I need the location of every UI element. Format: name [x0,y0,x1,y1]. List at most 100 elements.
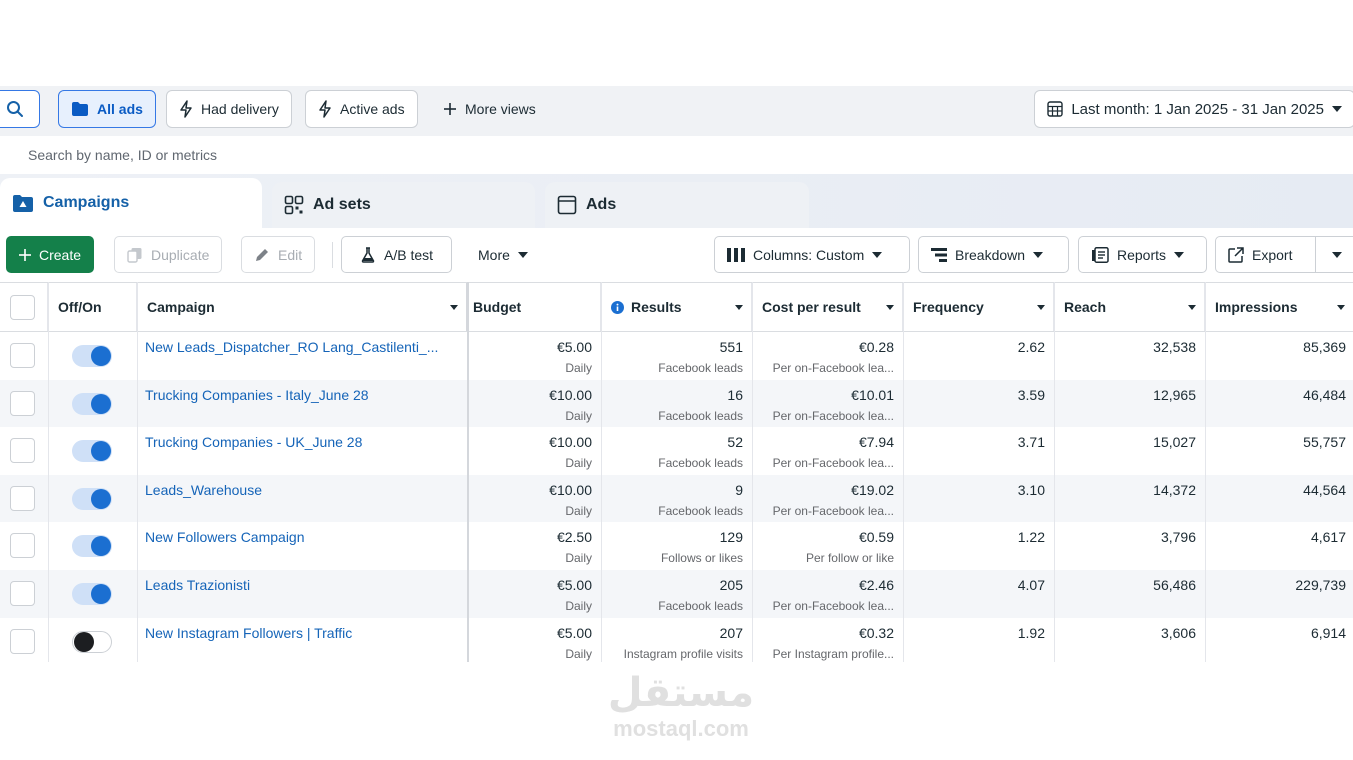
edit-button[interactable]: Edit [241,236,316,273]
results-type: Follows or likes [660,551,743,566]
toggle-knob [74,631,94,652]
export-button[interactable]: Export [1215,236,1316,273]
toggle-knob [91,393,111,414]
create-label: Create [39,246,82,263]
row-checkbox[interactable] [10,343,35,368]
campaign-toggle[interactable] [72,345,112,367]
header-results[interactable]: Results [601,283,752,331]
header-frequency[interactable]: Frequency [903,283,1054,331]
results-type: Facebook leads [658,599,743,613]
lightning-icon [180,100,192,118]
impressions-value: 4,617 [1310,529,1346,546]
campaign-name-link[interactable]: New Leads_Dispatcher_RO Lang_Castilenti_… [145,339,460,355]
cost-type: Per on-Facebook lea... [772,599,894,613]
more-actions-button[interactable]: More [465,236,541,273]
results-type: Facebook leads [658,361,743,375]
ads-manager: All ads Had delivery Active ads More vie… [0,86,1353,662]
table-row[interactable]: Leads Trazionisti €5.00 Daily 205 Facebook l… [0,570,1353,618]
table-row[interactable]: New Followers Campaign €2.50 Daily 129 Follo… [0,522,1353,570]
ab-test-button[interactable]: A/B test [341,236,452,273]
more-views-button[interactable]: More views [430,90,549,128]
sort-caret-icon [735,305,743,310]
tab-ad-sets-label: Ad sets [313,196,371,213]
toggle-knob [91,488,111,509]
row-checkbox[interactable] [10,485,35,511]
frequency-value: 4.07 [1017,577,1045,593]
impressions-value: 44,564 [1303,481,1346,498]
campaign-toggle[interactable] [72,535,112,558]
campaign-name-link[interactable]: Leads_Warehouse [145,482,460,498]
columns-label: Columns: Custom [753,246,865,263]
tab-ad-sets[interactable]: Ad sets [272,182,535,228]
campaign-toggle[interactable] [72,487,112,510]
row-checkbox[interactable] [10,628,35,654]
search-input[interactable] [0,136,900,174]
budget-value: €5.00 [556,577,592,593]
header-cost-per-result[interactable]: Cost per result [752,283,903,331]
campaign-toggle[interactable] [72,392,112,415]
more-views-label: More views [465,101,536,117]
results-value: 129 [719,529,743,546]
row-checkbox[interactable] [10,390,35,416]
row-checkbox[interactable] [10,581,35,606]
folder-icon [72,102,88,116]
campaign-name-link[interactable]: Trucking Companies - UK_June 28 [145,434,460,450]
header-reach-label: Reach [1064,299,1107,315]
search-row [0,136,1353,174]
search-button[interactable] [0,90,40,128]
reach-value: 14,372 [1153,481,1196,498]
campaign-name-link[interactable]: New Instagram Followers | Traffic [145,625,460,641]
header-campaign[interactable]: Campaign [137,283,468,331]
breakdown-button[interactable]: Breakdown [918,236,1069,273]
table-row[interactable]: Trucking Companies - UK_June 28 €10.00 Dai… [0,427,1353,475]
results-value: 52 [727,434,743,451]
cost-value: €2.46 [858,577,894,593]
sort-caret-icon [1337,305,1345,310]
header-reach[interactable]: Reach [1054,283,1205,331]
header-impressions[interactable]: Impressions [1205,283,1353,331]
table-row[interactable]: New Instagram Followers | Traffic €5.00 Da… [0,618,1353,662]
export-options-button[interactable] [1315,236,1353,273]
impressions-value: 55,757 [1303,434,1346,451]
header-budget[interactable]: Budget [468,283,601,331]
table-row[interactable]: Trucking Companies - Italy_June 28 €10.00… [0,379,1353,428]
table-row[interactable]: New Leads_Dispatcher_RO Lang_Castilenti_… [0,332,1353,380]
tab-ads[interactable]: Ads [545,182,809,228]
campaign-name-link[interactable]: Trucking Companies - Italy_June 28 [145,387,460,403]
campaign-toggle[interactable] [72,440,112,463]
campaign-toggle[interactable] [72,630,112,653]
campaign-name-link[interactable]: Leads Trazionisti [145,577,460,593]
chevron-down-icon [872,251,883,258]
duplicate-button[interactable]: Duplicate [114,236,223,273]
columns-button[interactable]: Columns: Custom [714,236,910,273]
reports-button[interactable]: Reports [1078,236,1207,273]
had-delivery-view-button[interactable]: Had delivery [166,90,292,128]
ad-frame-icon [557,195,577,215]
active-ads-label: Active ads [340,101,405,117]
watermark-latin: mostaql.com [613,716,749,741]
edit-label: Edit [278,246,303,263]
reach-value: 12,965 [1153,386,1196,403]
grid-icon [284,195,304,215]
watermark: مستقل mostaql.com [596,670,766,742]
active-ads-view-button[interactable]: Active ads [305,90,418,128]
row-checkbox[interactable] [10,533,35,559]
frozen-column-divider [467,282,469,662]
campaign-toggle[interactable] [72,583,112,605]
select-all-checkbox[interactable] [10,295,35,320]
column-divider [752,282,753,662]
all-ads-view-button[interactable]: All ads [58,90,156,128]
date-range-picker[interactable]: Last month: 1 Jan 2025 - 31 Jan 2025 [1034,90,1353,128]
table-row[interactable]: Leads_Warehouse €10.00 Daily 9 Facebook lead… [0,474,1353,523]
view-filter-bar: All ads Had delivery Active ads More vie… [0,86,1353,136]
tab-campaigns[interactable]: Campaigns [0,178,262,228]
campaign-name-link[interactable]: New Followers Campaign [145,529,460,545]
reports-icon [1092,246,1109,263]
header-onoff[interactable]: Off/On [48,283,137,331]
row-checkbox[interactable] [10,438,35,464]
impressions-value: 46,484 [1303,386,1346,403]
create-button[interactable]: Create [6,236,95,273]
reach-value: 3,606 [1160,624,1196,641]
cost-type: Per on-Facebook lea... [772,408,894,423]
reach-value: 32,538 [1153,339,1196,355]
